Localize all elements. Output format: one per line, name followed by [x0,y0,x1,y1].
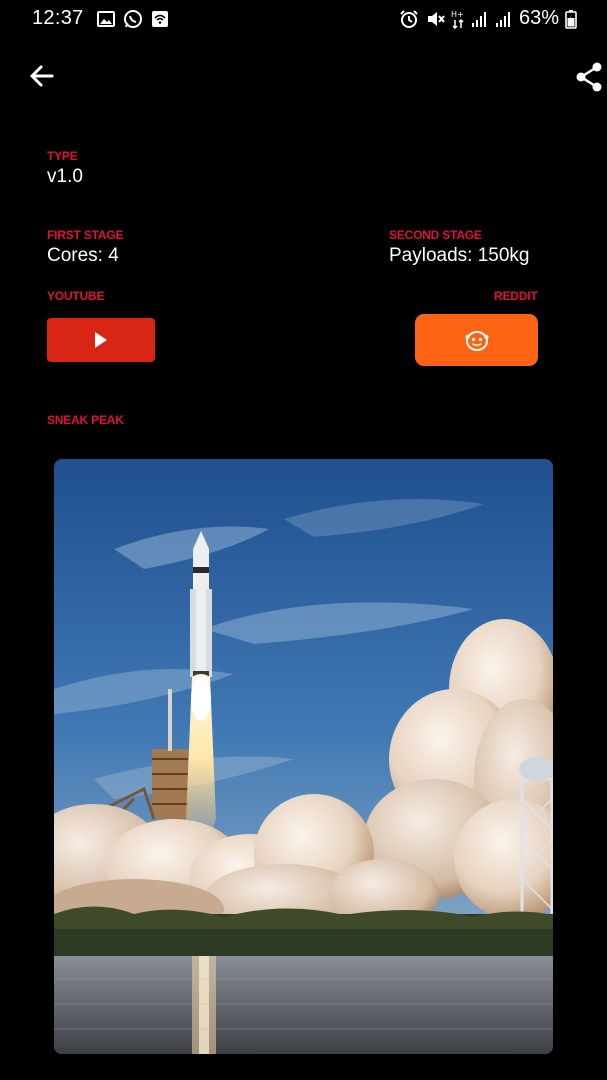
reddit-icon [465,331,488,351]
type-label: TYPE [47,149,78,163]
second-stage-value: Payloads: 150kg [389,245,530,266]
reddit-button[interactable] [415,314,538,366]
svg-text:H+: H+ [451,10,464,19]
youtube-label: YOUTUBE [47,289,105,303]
whatsapp-icon [124,10,142,28]
signal-icon [495,11,510,27]
play-icon [95,332,107,348]
first-stage-value: Cores: 4 [47,245,119,266]
signal-icon [471,11,486,27]
status-left-icons [97,9,169,29]
arrow-left-icon[interactable] [26,60,58,92]
alarm-icon [400,9,418,28]
sneak-peak-label: SNEAK PEAK [47,413,124,427]
wifi-calling-icon [152,11,168,27]
gallery-icon [97,11,115,27]
reddit-label: REDDIT [494,289,538,303]
mute-icon [427,11,445,26]
battery-percent: 63% [518,7,559,29]
data-arrows-icon: H+ [451,10,464,29]
battery-icon [565,9,577,29]
status-right-icons: H+ 63% [399,7,577,30]
first-stage-label: FIRST STAGE [47,228,124,242]
youtube-button[interactable] [47,318,155,362]
share-icon[interactable] [574,61,606,93]
type-value: v1.0 [47,166,83,187]
second-stage-label: SECOND STAGE [389,228,482,242]
rocket-launch-image [54,459,553,1054]
status-time: 12:37 [32,7,84,29]
status-bar: 12:37 H+ 63% [0,0,607,38]
